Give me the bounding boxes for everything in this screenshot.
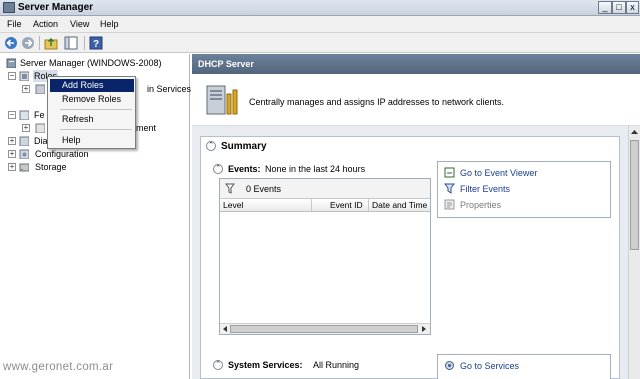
properties-link[interactable]: Properties [460, 200, 501, 210]
context-help[interactable]: Help [50, 134, 134, 147]
service-tasks-panel: Go to Services [437, 354, 611, 379]
filter-events-link[interactable]: Filter Events [460, 184, 510, 194]
collapse-summary-icon[interactable]: ⌃ [206, 141, 216, 151]
events-grid: 0 Events Level Event ID Date and Time [219, 178, 431, 335]
forward-arrow-icon[interactable] [21, 36, 35, 50]
tree-expander-diagnostics[interactable]: + [8, 137, 16, 145]
tree-expander-configuration[interactable]: + [8, 150, 16, 158]
tree-item-diagnostics[interactable]: Dia [34, 135, 48, 147]
summary-section: ⌃ Summary ⌃ Events: None in the last 24 … [200, 136, 620, 379]
menu-view[interactable]: View [70, 19, 89, 29]
context-add-roles[interactable]: Add Roles [50, 79, 134, 92]
tree-item-features[interactable]: Fe [34, 109, 45, 121]
events-grid-header: Level Event ID Date and Time [220, 199, 430, 212]
properties-icon [444, 199, 455, 210]
tree-expander-services[interactable]: + [22, 85, 30, 93]
collapse-events-icon[interactable]: ⌃ [213, 164, 223, 174]
summary-area: ⌃ Summary ⌃ Events: None in the last 24 … [192, 126, 628, 379]
minimize-button[interactable]: _ [598, 1, 612, 14]
tree-expander-roles[interactable]: − [8, 72, 16, 80]
title-bar: Server Manager _ □ x [0, 0, 640, 16]
server-manager-app-icon [3, 2, 15, 13]
pane-header: DHCP Server [192, 54, 640, 74]
dhcp-server-icon [206, 85, 238, 115]
context-separator [60, 129, 132, 130]
window-title: Server Manager [18, 2, 94, 13]
menu-file[interactable]: File [7, 19, 22, 29]
details-pane: DHCP Server Centrally manages and assign… [192, 54, 640, 379]
event-tasks-panel: Go to Event Viewer Filter Events Propert… [437, 161, 611, 218]
role-description: Centrally manages and assigns IP address… [249, 97, 504, 107]
maximize-button[interactable]: □ [612, 1, 626, 14]
tree-item-services[interactable]: in Services [147, 83, 191, 95]
go-to-services-link[interactable]: Go to Services [460, 361, 519, 371]
events-status: None in the last 24 hours [265, 164, 366, 174]
tree-root[interactable]: Server Manager (WINDOWS-2008) [20, 57, 162, 69]
toolbar: ? [0, 33, 640, 53]
system-services-status: All Running [313, 360, 360, 370]
feature-item-icon [35, 123, 45, 133]
tree-item-storage[interactable]: Storage [35, 161, 67, 173]
back-arrow-icon[interactable] [4, 36, 18, 50]
context-menu: Add Roles Remove Roles Refresh Help [47, 76, 136, 149]
events-horizontal-scrollbar[interactable] [220, 323, 430, 334]
events-count: 0 Events [246, 184, 282, 194]
service-role-icon [35, 84, 45, 94]
scroll-up-icon[interactable] [631, 129, 638, 135]
column-event-id[interactable]: Event ID [312, 199, 369, 212]
scroll-left-icon[interactable] [222, 326, 228, 332]
tree-item-configuration[interactable]: Configuration [35, 148, 89, 160]
filter-events-icon [444, 183, 455, 194]
collapse-services-icon[interactable]: ⌃ [213, 360, 223, 370]
help-icon[interactable]: ? [89, 36, 103, 50]
summary-title: Summary [221, 141, 267, 152]
event-viewer-icon [444, 167, 455, 178]
show-hide-tree-icon[interactable] [64, 36, 78, 50]
details-vertical-scrollbar[interactable] [628, 126, 640, 379]
events-filter-bar: 0 Events [220, 179, 430, 199]
menu-action[interactable]: Action [33, 19, 58, 29]
services-icon [445, 361, 454, 370]
close-button[interactable]: x [626, 1, 639, 14]
configuration-icon [19, 149, 29, 159]
features-icon [19, 110, 29, 120]
svg-text:?: ? [93, 39, 99, 50]
watermark-text: www.geronet.com.ar [3, 361, 114, 373]
filter-icon[interactable] [225, 183, 235, 194]
details-scroll-thumb[interactable] [630, 140, 639, 250]
up-folder-icon[interactable] [44, 36, 58, 50]
system-services-label: System Services: [228, 360, 303, 370]
column-level[interactable]: Level [220, 199, 312, 212]
tree-expander-features[interactable]: − [8, 111, 16, 119]
context-refresh[interactable]: Refresh [50, 113, 134, 126]
column-date-time[interactable]: Date and Time [369, 199, 430, 212]
menu-bar: File Action View Help [0, 16, 640, 33]
tree-expander-management[interactable]: + [22, 124, 30, 132]
go-to-event-viewer-link[interactable]: Go to Event Viewer [460, 168, 537, 178]
events-scroll-thumb[interactable] [230, 325, 418, 333]
tree-expander-storage[interactable]: + [8, 163, 16, 171]
context-remove-roles[interactable]: Remove Roles [50, 93, 134, 106]
role-banner: Centrally manages and assigns IP address… [192, 74, 640, 126]
events-label: Events: [228, 164, 261, 174]
context-separator [60, 109, 132, 110]
diagnostics-icon [19, 136, 29, 146]
menu-help[interactable]: Help [100, 19, 119, 29]
tree-item-management[interactable]: ment [136, 122, 156, 134]
storage-icon [19, 163, 29, 172]
server-manager-icon [6, 58, 16, 68]
scroll-right-icon[interactable] [421, 326, 427, 332]
roles-icon [19, 71, 29, 81]
